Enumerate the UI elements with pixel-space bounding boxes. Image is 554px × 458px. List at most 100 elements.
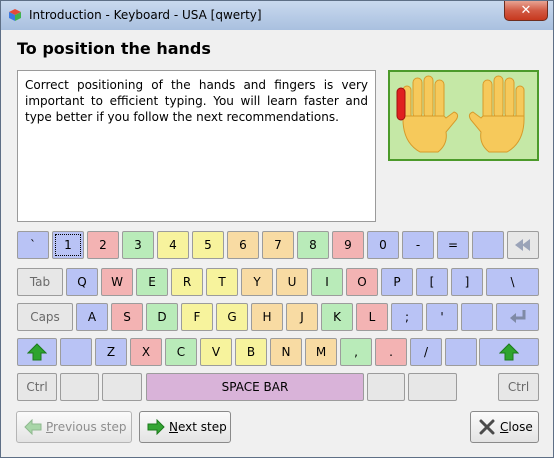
main-window: Introduction - Keyboard - USA [qwerty] ✕… xyxy=(0,0,554,458)
key-r1-2[interactable]: 1 xyxy=(52,231,84,259)
key-label: = xyxy=(447,238,459,252)
hands-illustration xyxy=(388,70,539,161)
key-r3-2[interactable]: A xyxy=(76,303,108,331)
key-label: 5 xyxy=(204,238,212,252)
key-label: P xyxy=(393,275,401,289)
key-label: C xyxy=(176,345,186,359)
key-r1-3[interactable]: 2 xyxy=(87,231,119,259)
key-label: H xyxy=(262,310,272,324)
key-r1-13[interactable]: = xyxy=(437,231,469,259)
key-r3-13[interactable] xyxy=(461,303,493,331)
key-r4-2[interactable] xyxy=(60,338,92,366)
key-r5-6[interactable] xyxy=(408,373,457,401)
key-r2-2[interactable]: Q xyxy=(66,268,98,296)
key-r1-12[interactable]: - xyxy=(402,231,434,259)
key-r3-14[interactable] xyxy=(496,303,539,331)
key-r3-10[interactable]: L xyxy=(356,303,388,331)
key-r2-5[interactable]: R xyxy=(171,268,203,296)
key-r3-5[interactable]: F xyxy=(181,303,213,331)
key-label: SPACE BAR xyxy=(221,380,289,394)
window-title: Introduction - Keyboard - USA [qwerty] xyxy=(29,8,262,22)
key-r1-15[interactable] xyxy=(507,231,539,259)
key-r5-3[interactable] xyxy=(102,373,142,401)
key-r1-6[interactable]: 5 xyxy=(192,231,224,259)
key-r4-6[interactable]: V xyxy=(200,338,232,366)
key-r1-1[interactable]: ` xyxy=(17,231,49,259)
key-r4-7[interactable]: B xyxy=(235,338,267,366)
key-label: - xyxy=(415,238,421,252)
key-r2-7[interactable]: Y xyxy=(241,268,273,296)
close-x-icon xyxy=(479,419,495,435)
key-r1-8[interactable]: 7 xyxy=(262,231,294,259)
key-label: ] xyxy=(464,275,470,289)
key-r2-8[interactable]: U xyxy=(276,268,308,296)
key-r1-4[interactable]: 3 xyxy=(122,231,154,259)
key-r4-9[interactable]: M xyxy=(305,338,337,366)
key-r1-14[interactable] xyxy=(472,231,504,259)
enter-icon xyxy=(509,310,525,323)
key-r2-6[interactable]: T xyxy=(206,268,238,296)
key-r2-13[interactable]: ] xyxy=(451,268,483,296)
key-label: Ctrl xyxy=(507,380,530,394)
previous-step-button[interactable]: Previous step xyxy=(16,411,132,443)
key-r4-1[interactable] xyxy=(17,338,57,366)
key-r5-7[interactable]: Ctrl xyxy=(498,373,539,401)
key-r1-10[interactable]: 9 xyxy=(332,231,364,259)
key-label: Caps xyxy=(30,310,60,324)
key-r3-8[interactable]: J xyxy=(286,303,318,331)
key-r4-11[interactable]: . xyxy=(375,338,407,366)
key-r3-6[interactable]: G xyxy=(216,303,248,331)
key-r4-10[interactable]: , xyxy=(340,338,372,366)
key-label: R xyxy=(182,275,192,289)
key-r1-9[interactable]: 8 xyxy=(297,231,329,259)
key-label: W xyxy=(111,275,123,289)
key-label: M xyxy=(315,345,327,359)
key-r3-9[interactable]: K xyxy=(321,303,353,331)
next-step-button[interactable]: Next step xyxy=(139,411,231,443)
key-r2-9[interactable]: I xyxy=(311,268,343,296)
key-r4-3[interactable]: Z xyxy=(95,338,127,366)
key-r4-8[interactable]: N xyxy=(270,338,302,366)
key-label: X xyxy=(141,345,151,359)
key-r3-11[interactable]: ; xyxy=(391,303,423,331)
key-label: 3 xyxy=(134,238,142,252)
key-label: V xyxy=(211,345,221,359)
key-r1-5[interactable]: 4 xyxy=(157,231,189,259)
key-label: U xyxy=(287,275,297,289)
key-r3-4[interactable]: D xyxy=(146,303,178,331)
key-label: 4 xyxy=(169,238,177,252)
key-r2-10[interactable]: O xyxy=(346,268,378,296)
key-label: Q xyxy=(77,275,87,289)
window-close-button[interactable]: ✕ xyxy=(504,1,548,21)
key-r4-4[interactable]: X xyxy=(130,338,162,366)
key-r3-3[interactable]: S xyxy=(111,303,143,331)
key-r3-1[interactable]: Caps xyxy=(17,303,73,331)
app-cube-icon xyxy=(9,9,21,21)
key-r2-4[interactable]: E xyxy=(136,268,168,296)
key-r2-1[interactable]: Tab xyxy=(17,268,63,296)
key-r5-5[interactable] xyxy=(367,373,405,401)
key-r4-5[interactable]: C xyxy=(165,338,197,366)
key-r4-13[interactable] xyxy=(445,338,477,366)
key-r2-14[interactable]: \ xyxy=(486,268,539,296)
key-r3-12[interactable]: ' xyxy=(426,303,458,331)
key-label: 7 xyxy=(274,238,282,252)
key-r5-1[interactable]: Ctrl xyxy=(17,373,57,401)
arrow-right-icon xyxy=(147,419,165,435)
key-label: ` xyxy=(30,238,36,252)
key-r2-11[interactable]: P xyxy=(381,268,413,296)
key-label: T xyxy=(218,275,226,289)
key-r1-11[interactable]: 0 xyxy=(367,231,399,259)
key-label: 2 xyxy=(99,238,107,252)
key-r2-3[interactable]: W xyxy=(101,268,133,296)
key-r2-12[interactable]: [ xyxy=(416,268,448,296)
key-r4-12[interactable]: / xyxy=(410,338,442,366)
key-r1-7[interactable]: 6 xyxy=(227,231,259,259)
key-r5-2[interactable] xyxy=(60,373,99,401)
key-r5-4[interactable]: SPACE BAR xyxy=(146,373,364,401)
next-step-label: Next step xyxy=(169,420,227,434)
key-r4-14[interactable] xyxy=(479,338,539,366)
close-icon: ✕ xyxy=(520,3,532,18)
key-r3-7[interactable]: H xyxy=(251,303,283,331)
close-button[interactable]: Close xyxy=(470,411,539,443)
